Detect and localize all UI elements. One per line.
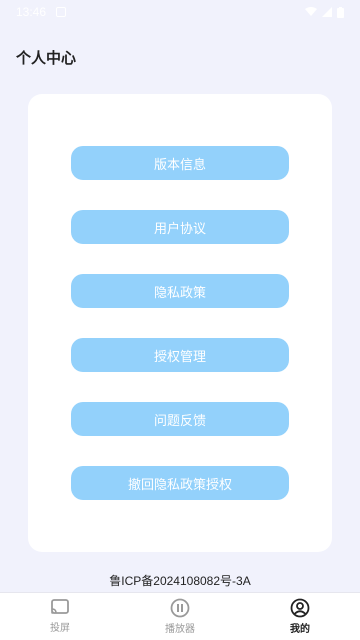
cast-icon [51, 599, 69, 614]
battery-icon [337, 6, 344, 18]
pause-circle-icon [170, 598, 190, 618]
page-title: 个人中心 [16, 49, 77, 67]
signal-icon [322, 7, 332, 17]
user-agreement-button[interactable]: 用户协议 [71, 210, 289, 244]
privacy-policy-button[interactable]: 隐私政策 [71, 274, 289, 308]
notification-icon [56, 7, 67, 17]
status-icons [305, 6, 344, 18]
authorization-management-button[interactable]: 授权管理 [71, 338, 289, 372]
wifi-icon [305, 7, 317, 16]
nav-tab-mine[interactable]: 我的 [240, 593, 360, 640]
revoke-privacy-authorization-button[interactable]: 撤回隐私政策授权 [71, 466, 289, 500]
user-circle-icon [290, 598, 310, 618]
menu-card: 版本信息 用户协议 隐私政策 授权管理 问题反馈 撤回隐私政策授权 [28, 94, 332, 552]
feedback-button[interactable]: 问题反馈 [71, 402, 289, 436]
icp-record: 鲁ICP备2024108082号-3A [109, 574, 251, 588]
nav-tab-mine-label: 我的 [290, 624, 310, 635]
nav-tab-player[interactable]: 播放器 [120, 593, 240, 640]
nav-tab-cast-label: 投屏 [50, 623, 70, 634]
nav-tab-cast[interactable]: 投屏 [0, 593, 120, 640]
status-bar: 13:46 [0, 0, 360, 24]
nav-tab-player-label: 播放器 [165, 624, 195, 635]
status-time: 13:46 [16, 5, 47, 19]
version-info-button[interactable]: 版本信息 [71, 146, 289, 180]
bottom-nav: 投屏 播放器 我的 [0, 592, 360, 640]
